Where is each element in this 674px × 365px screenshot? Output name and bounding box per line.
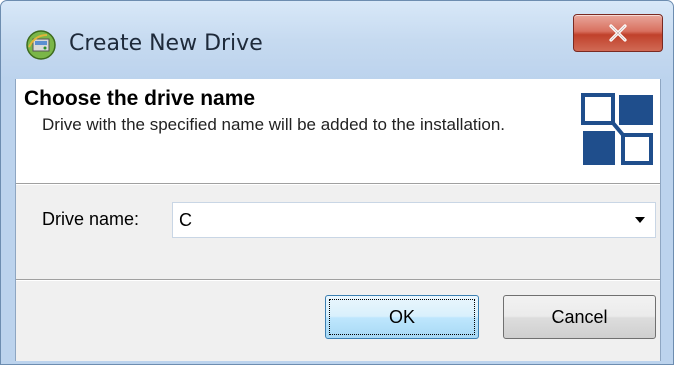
close-button[interactable] — [573, 14, 663, 52]
chevron-down-icon[interactable] — [633, 213, 647, 227]
ok-button-label: OK — [388, 306, 415, 327]
wizard-header: Choose the drive name Drive with the spe… — [16, 79, 660, 184]
drive-name-combobox[interactable]: C — [172, 202, 656, 238]
cancel-button-label: Cancel — [551, 306, 608, 327]
dialog-content: Choose the drive name Drive with the spe… — [15, 79, 661, 364]
dialog-window: Create New Drive Choose the drive name D… — [0, 0, 674, 365]
window-title: Create New Drive — [69, 31, 263, 56]
footer-divider-highlight — [16, 280, 660, 281]
drive-name-value[interactable]: C — [179, 210, 192, 231]
cancel-button[interactable]: Cancel — [503, 295, 656, 339]
window-bottom-edge — [1, 361, 673, 364]
page-title: Choose the drive name — [24, 87, 256, 110]
drive-name-label: Drive name: — [42, 209, 140, 229]
page-description: Drive with the specified name will be ad… — [42, 115, 506, 134]
drive-logo-icon — [581, 93, 653, 165]
header-separator — [16, 184, 660, 185]
ok-button[interactable]: OK — [325, 295, 479, 339]
close-icon — [609, 24, 627, 42]
title-bar[interactable]: Create New Drive — [1, 1, 673, 79]
drive-wizard-icon — [26, 30, 56, 60]
